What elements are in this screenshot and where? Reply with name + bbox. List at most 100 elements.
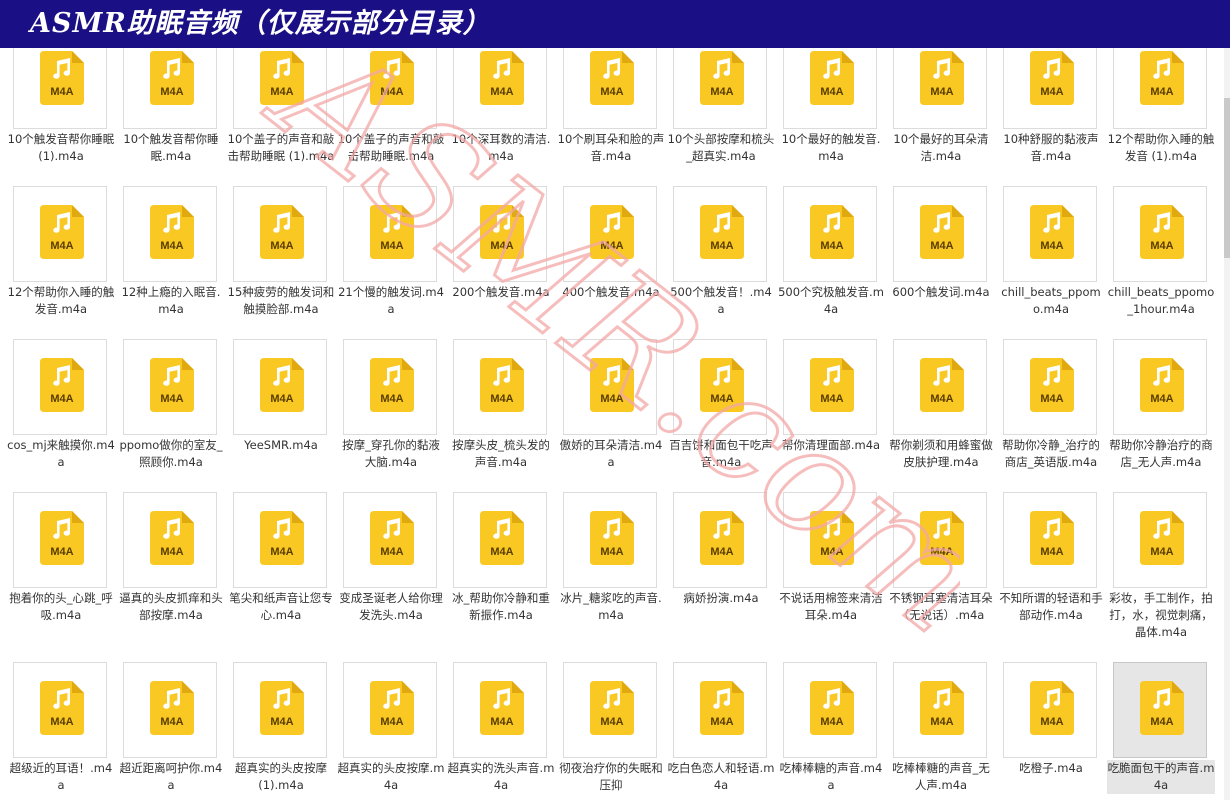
file-thumbnail[interactable]: M4A [1113, 186, 1207, 282]
file-thumbnail[interactable]: M4A [453, 48, 547, 129]
file-item[interactable]: M4A 不说话用棉签来清洁耳朵.m4a [779, 492, 883, 652]
file-item[interactable]: M4A 逼真的头皮抓痒和头部按摩.m4a [119, 492, 223, 652]
file-item[interactable]: M4A 超真实的头皮按摩.m4a [338, 662, 444, 800]
file-item[interactable]: M4A 10个触发音帮你睡眠 (1).m4a [8, 48, 114, 208]
file-item[interactable]: M4A 帮助你冷静治疗的商店_无人声.m4a [1109, 339, 1213, 499]
file-thumbnail[interactable]: M4A [453, 492, 547, 588]
file-thumbnail[interactable]: M4A [123, 492, 217, 588]
file-item[interactable]: M4A 变成圣诞老人给你理发洗头.m4a [339, 492, 443, 652]
file-item[interactable]: M4A cos_mj来触摸你.m4a [7, 339, 115, 499]
file-thumbnail[interactable]: M4A [783, 186, 877, 282]
file-thumbnail[interactable]: M4A [783, 339, 877, 435]
file-thumbnail[interactable]: M4A [1003, 662, 1097, 758]
file-item[interactable]: M4A 吃脆面包干的声音.m4a [1107, 662, 1215, 800]
file-item[interactable]: M4A YeeSMR.m4a [233, 339, 329, 499]
file-thumbnail[interactable]: M4A [563, 339, 657, 435]
file-item[interactable]: M4A 按摩_穿孔你的黏液大脑.m4a [342, 339, 440, 499]
file-thumbnail[interactable]: M4A [233, 339, 327, 435]
file-item[interactable]: M4A 笔尖和纸声音让您专心.m4a [229, 492, 333, 652]
file-item[interactable]: M4A 吃橙子.m4a [1003, 662, 1099, 800]
file-thumbnail[interactable]: M4A [13, 662, 107, 758]
file-item[interactable]: M4A 吃棒棒糖的声音_无人声.m4a [892, 662, 990, 800]
file-thumbnail[interactable]: M4A [893, 186, 987, 282]
file-thumbnail[interactable]: M4A [893, 492, 987, 588]
file-thumbnail[interactable]: M4A [123, 339, 217, 435]
file-item[interactable]: M4A 帮助你冷静_治疗的商店_英语版.m4a [1002, 339, 1100, 499]
file-item[interactable]: M4A 500个触发音！.m4a [670, 186, 772, 346]
file-thumbnail[interactable]: M4A [1113, 339, 1207, 435]
file-thumbnail[interactable]: M4A [673, 186, 767, 282]
file-thumbnail[interactable]: M4A [1003, 492, 1097, 588]
file-item[interactable]: M4A 21个慢的触发词.m4a [338, 186, 444, 346]
file-item[interactable]: M4A 12种上瘾的入眠音.m4a [122, 186, 220, 346]
file-thumbnail[interactable]: M4A [1003, 186, 1097, 282]
file-thumbnail[interactable]: M4A [1113, 662, 1207, 758]
file-item[interactable]: M4A 10个触发音帮你睡眠.m4a [123, 48, 219, 208]
file-thumbnail[interactable]: M4A [453, 186, 547, 282]
file-item[interactable]: M4A 超真实的洗头声音.m4a [448, 662, 554, 800]
file-item[interactable]: M4A 按摩头皮_梳头发的声音.m4a [452, 339, 550, 499]
file-thumbnail[interactable]: M4A [563, 48, 657, 129]
file-item[interactable]: M4A 10种舒服的黏液声音.m4a [1003, 48, 1099, 208]
file-thumbnail[interactable]: M4A [893, 662, 987, 758]
file-thumbnail[interactable]: M4A [123, 48, 217, 129]
file-thumbnail[interactable]: M4A [343, 48, 437, 129]
file-item[interactable]: M4A 冰_帮助你冷静和重新振作.m4a [452, 492, 550, 652]
file-thumbnail[interactable]: M4A [233, 186, 327, 282]
file-item[interactable]: M4A 帮你剃须和用蜂蜜做皮肤护理.m4a [889, 339, 993, 499]
file-thumbnail[interactable]: M4A [563, 662, 657, 758]
file-thumbnail[interactable]: M4A [1113, 48, 1207, 129]
file-item[interactable]: M4A 10个最好的耳朵清洁.m4a [893, 48, 989, 208]
file-thumbnail[interactable]: M4A [13, 492, 107, 588]
file-item[interactable]: M4A 10个最好的触发音.m4a [782, 48, 880, 208]
file-item[interactable]: M4A 600个触发词.m4a [892, 186, 990, 346]
file-item[interactable]: M4A 百吉饼和面包干吃声音.m4a [669, 339, 773, 499]
file-item[interactable]: M4A 抱着你的头_心跳_呼吸.m4a [9, 492, 113, 652]
file-thumbnail[interactable]: M4A [1003, 339, 1097, 435]
file-thumbnail[interactable]: M4A [1003, 48, 1097, 129]
file-thumbnail[interactable]: M4A [13, 186, 107, 282]
file-thumbnail[interactable]: M4A [783, 48, 877, 129]
file-thumbnail[interactable]: M4A [673, 48, 767, 129]
file-thumbnail[interactable]: M4A [453, 662, 547, 758]
file-item[interactable]: M4A ppomo做你的室友_照顾你.m4a [119, 339, 223, 499]
file-thumbnail[interactable]: M4A [783, 662, 877, 758]
file-item[interactable]: M4A 10个盖子的声音和敲击帮助睡眠 (1).m4a [228, 48, 334, 208]
file-thumbnail[interactable]: M4A [893, 339, 987, 435]
file-thumbnail[interactable]: M4A [233, 492, 327, 588]
file-item[interactable]: M4A chill_beats_ppomo.m4a [1001, 186, 1101, 346]
file-thumbnail[interactable]: M4A [123, 662, 217, 758]
file-thumbnail[interactable]: M4A [453, 339, 547, 435]
file-item[interactable]: M4A 帮你清理面部.m4a [782, 339, 880, 499]
file-thumbnail[interactable]: M4A [233, 662, 327, 758]
scrollbar-thumb[interactable] [1224, 98, 1230, 258]
file-thumbnail[interactable]: M4A [343, 339, 437, 435]
file-item[interactable]: M4A 500个究极触发音.m4a [778, 186, 884, 346]
file-thumbnail[interactable]: M4A [563, 492, 657, 588]
file-item[interactable]: M4A 10个深耳数的清洁.m4a [452, 48, 550, 208]
file-thumbnail[interactable]: M4A [13, 48, 107, 129]
file-thumbnail[interactable]: M4A [783, 492, 877, 588]
file-item[interactable]: M4A 吃棒棒糖的声音.m4a [780, 662, 882, 800]
file-item[interactable]: M4A 傲娇的耳朵清洁.m4a [560, 339, 662, 499]
file-thumbnail[interactable]: M4A [1113, 492, 1207, 588]
file-thumbnail[interactable]: M4A [343, 662, 437, 758]
file-item[interactable]: M4A 不知所谓的轻语和手部动作.m4a [999, 492, 1103, 652]
file-item[interactable]: M4A 超真实的头皮按摩 (1).m4a [233, 662, 329, 800]
file-item[interactable]: M4A 吃白色恋人和轻语.m4a [668, 662, 774, 800]
file-thumbnail[interactable]: M4A [233, 48, 327, 129]
file-item[interactable]: M4A chill_beats_ppomo_1hour.m4a [1108, 186, 1214, 346]
file-thumbnail[interactable]: M4A [123, 186, 217, 282]
file-item[interactable]: M4A 彩妆，手工制作，拍打，水，视觉刺痛，晶体.m4a [1109, 492, 1213, 652]
file-item[interactable]: M4A 彻夜治疗你的失眠和压抑 [559, 662, 663, 800]
file-item[interactable]: M4A 10个刷耳朵和脸的声音.m4a [558, 48, 664, 208]
file-item[interactable]: M4A 病娇扮演.m4a [673, 492, 769, 652]
file-thumbnail[interactable]: M4A [893, 48, 987, 129]
file-item[interactable]: M4A 200个触发音.m4a [452, 186, 550, 346]
file-item[interactable]: M4A 400个触发音.m4a [562, 186, 660, 346]
file-thumbnail[interactable]: M4A [673, 339, 767, 435]
file-item[interactable]: M4A 12个帮助你入睡的触发音 (1).m4a [1108, 48, 1214, 208]
file-item[interactable]: M4A 超级近的耳语！.m4a [10, 662, 112, 800]
file-item[interactable]: M4A 超近距离呵护你.m4a [120, 662, 222, 800]
vertical-scrollbar[interactable] [1224, 48, 1230, 800]
